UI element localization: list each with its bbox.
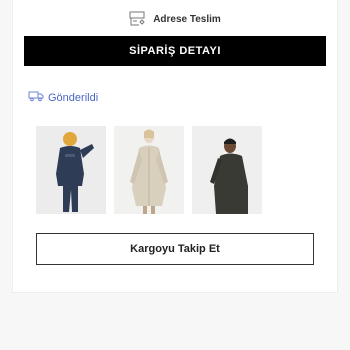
order-detail-button[interactable]: SİPARİŞ DETAYI — [24, 36, 326, 66]
status-text: Gönderildi — [48, 92, 99, 104]
product-image-beige-coat[interactable] — [114, 126, 184, 214]
delivery-type: Adrese Teslim — [0, 9, 350, 29]
track-shipment-button[interactable]: Kargoyu Takip Et — [36, 233, 314, 265]
delivery-box-icon — [129, 11, 147, 27]
product-thumbnails — [36, 126, 262, 214]
delivery-label: Adrese Teslim — [153, 13, 221, 25]
product-image-dark-jacket[interactable] — [192, 126, 262, 214]
truck-icon — [28, 89, 44, 107]
product-image-navy-jacket-kid[interactable] — [36, 126, 106, 214]
shipment-status: Gönderildi — [28, 90, 98, 106]
